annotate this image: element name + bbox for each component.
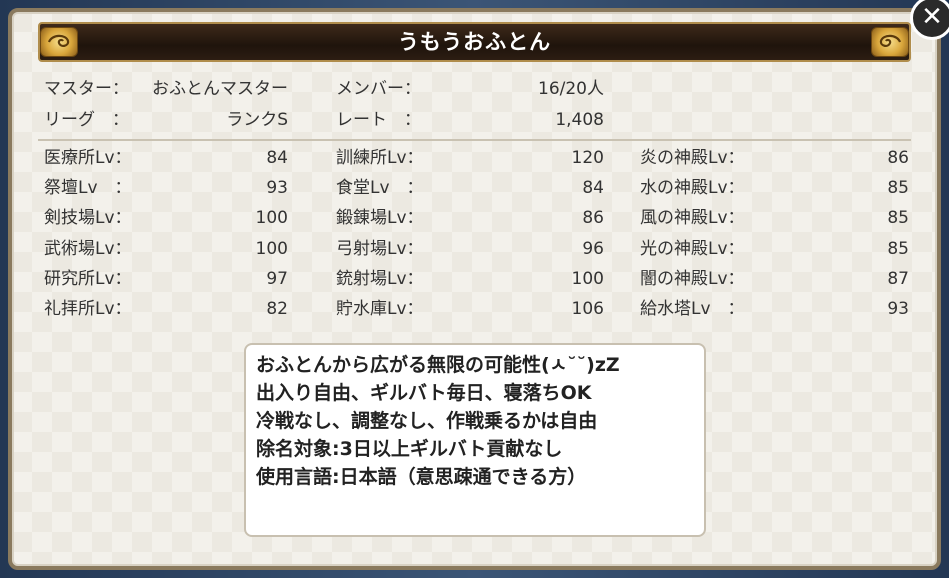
facility-level: 100 xyxy=(255,239,288,259)
facility-label: 炎の神殿Lv： xyxy=(640,148,745,168)
facility-label: 訓練所Lv： xyxy=(336,148,424,168)
title-bar: うもうおふとん xyxy=(38,22,911,62)
facility-level: 85 xyxy=(887,178,909,198)
members-label: メンバー： xyxy=(336,79,421,99)
rate-label: レート ： xyxy=(336,110,421,130)
facility-level: 120 xyxy=(571,148,604,168)
members-value: 16/20人 xyxy=(538,79,604,99)
facility-label: 礼拝所Lv： xyxy=(44,299,132,319)
facility-level: 85 xyxy=(887,208,909,228)
league-value: ランクS xyxy=(226,110,288,130)
facility-label: 給水塔Lv ： xyxy=(640,299,745,319)
facility-label: 食堂Lv ： xyxy=(336,178,424,198)
league-label: リーグ ： xyxy=(44,110,129,130)
facility-label: 鍛錬場Lv： xyxy=(336,208,424,228)
facility-label: 光の神殿Lv： xyxy=(640,239,745,259)
facility-level: 86 xyxy=(887,148,909,168)
divider xyxy=(38,139,911,141)
facility-level: 85 xyxy=(887,239,909,259)
ornament-right-icon xyxy=(871,27,909,57)
facility-label: 武術場Lv： xyxy=(44,239,132,259)
master-label: マスター： xyxy=(44,79,129,99)
message-line: 出入り自由、ギルバト毎日、寝落ちOK xyxy=(256,382,592,404)
facility-label: 弓射場Lv： xyxy=(336,239,424,259)
facility-label: 剣技場Lv： xyxy=(44,208,132,228)
facility-label: 銃射場Lv： xyxy=(336,269,424,289)
rate-value: 1,408 xyxy=(555,110,604,130)
message-line: 使用言語:日本語（意思疎通できる方） xyxy=(256,466,587,488)
facility-level: 97 xyxy=(266,269,288,289)
facility-level: 100 xyxy=(571,269,604,289)
message-line: 除名対象:3日以上ギルバト貢献なし xyxy=(256,438,563,460)
guild-name-title: うもうおふとん xyxy=(397,30,552,54)
facility-level: 93 xyxy=(266,178,288,198)
facility-label: 研究所Lv： xyxy=(44,269,132,289)
facility-level: 100 xyxy=(255,208,288,228)
facility-level: 106 xyxy=(571,299,604,319)
facility-label: 闇の神殿Lv： xyxy=(640,269,745,289)
facility-label: 貯水庫Lv： xyxy=(336,299,424,319)
facility-level: 82 xyxy=(266,299,288,319)
facility-level: 87 xyxy=(887,269,909,289)
master-value: おふとんマスター xyxy=(152,79,288,99)
facility-label: 水の神殿Lv： xyxy=(640,178,745,198)
message-line: おふとんから広がる無限の可能性(ㅅ˘˘)zZ xyxy=(256,354,620,376)
facility-level: 84 xyxy=(266,148,288,168)
facility-level: 93 xyxy=(887,299,909,319)
guild-message-box: おふとんから広がる無限の可能性(ㅅ˘˘)zZ 出入り自由、ギルバト毎日、寝落ちO… xyxy=(244,343,706,537)
facility-level: 86 xyxy=(582,208,604,228)
facility-label: 風の神殿Lv： xyxy=(640,208,745,228)
facility-level: 84 xyxy=(582,178,604,198)
facility-label: 祭壇Lv ： xyxy=(44,178,132,198)
message-line: 冷戦なし、調整なし、作戦乗るかは自由 xyxy=(256,410,598,432)
facility-level: 96 xyxy=(582,239,604,259)
facility-label: 医療所Lv： xyxy=(44,148,132,168)
